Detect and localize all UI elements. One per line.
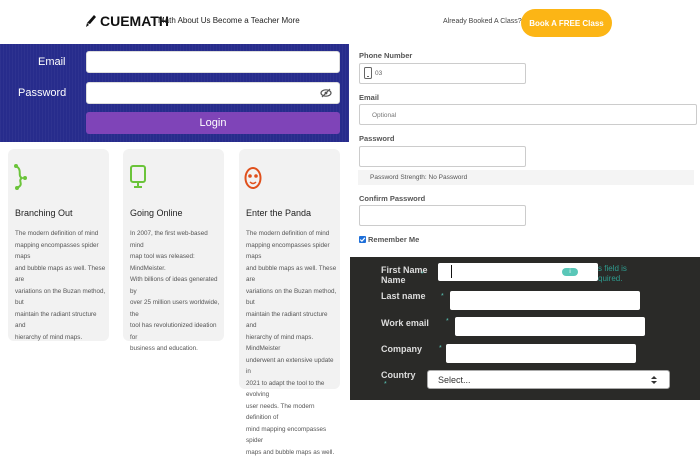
eye-slash-icon[interactable] bbox=[320, 88, 332, 98]
last-name-label: Last name bbox=[381, 291, 426, 301]
first-name-label-2: Name bbox=[381, 275, 406, 285]
rocket-icon bbox=[86, 15, 96, 27]
password-label: Password bbox=[18, 87, 67, 99]
info-icon[interactable]: i bbox=[562, 268, 578, 276]
country-label: Country bbox=[381, 370, 416, 380]
phone-icon bbox=[364, 67, 372, 79]
cuemath-logo[interactable]: CUEMATH bbox=[86, 13, 169, 29]
required-mark: * bbox=[446, 318, 449, 325]
country-select-value: Select... bbox=[438, 374, 471, 385]
remember-me-checkbox[interactable] bbox=[359, 236, 366, 243]
branch-icon bbox=[14, 164, 27, 190]
work-email-input[interactable] bbox=[455, 317, 645, 336]
login-password-input[interactable] bbox=[86, 82, 340, 104]
select-arrows-icon bbox=[651, 376, 657, 384]
last-name-input[interactable] bbox=[450, 291, 640, 310]
already-booked-link[interactable]: Already Booked A Class? bbox=[443, 18, 522, 25]
email-label: Email bbox=[38, 56, 66, 68]
text-cursor bbox=[451, 265, 452, 278]
card-text: The modern definition of mind mapping enc… bbox=[15, 230, 106, 341]
confirm-password-input[interactable] bbox=[359, 205, 526, 226]
phone-number-label: Phone Number bbox=[359, 51, 413, 60]
remember-me-label: Remember Me bbox=[368, 235, 420, 244]
work-email-label: Work email bbox=[381, 318, 429, 328]
card-title: Branching Out bbox=[15, 208, 73, 218]
phone-number-value: 03 bbox=[375, 70, 383, 77]
email-optional-input[interactable]: Optional bbox=[359, 104, 697, 125]
required-mark: * bbox=[384, 381, 387, 388]
confirm-password-label: Confirm Password bbox=[359, 194, 426, 203]
card-text: The modern definition of mind mapping enc… bbox=[246, 230, 337, 456]
password-input[interactable] bbox=[359, 146, 526, 167]
required-mark: * bbox=[441, 293, 444, 300]
card-title: Going Online bbox=[130, 208, 183, 218]
company-label: Company bbox=[381, 344, 423, 354]
country-select[interactable]: Select... bbox=[427, 370, 670, 389]
login-email-input[interactable] bbox=[86, 51, 340, 73]
nav-menu[interactable]: Math About Us Become a Teacher More bbox=[158, 16, 300, 25]
check-icon bbox=[359, 237, 366, 243]
password-strength-indicator: Password Strength: No Password bbox=[358, 170, 694, 185]
company-input[interactable] bbox=[446, 344, 636, 363]
card-title: Enter the Panda bbox=[246, 208, 312, 218]
validation-message-1: s field is bbox=[598, 264, 627, 273]
password-label: Password bbox=[359, 134, 395, 143]
required-mark: * bbox=[439, 345, 442, 352]
panda-icon bbox=[244, 167, 262, 189]
monitor-icon bbox=[130, 165, 146, 188]
validation-message-2: quired. bbox=[598, 274, 623, 283]
card-text: In 2007, the first web-based mind map too… bbox=[130, 230, 220, 352]
login-button[interactable]: Login bbox=[86, 112, 340, 134]
book-free-class-button[interactable]: Book A FREE Class bbox=[521, 9, 612, 37]
required-mark: * bbox=[421, 271, 424, 278]
email-label: Email bbox=[359, 93, 380, 102]
phone-number-input[interactable] bbox=[359, 63, 526, 84]
